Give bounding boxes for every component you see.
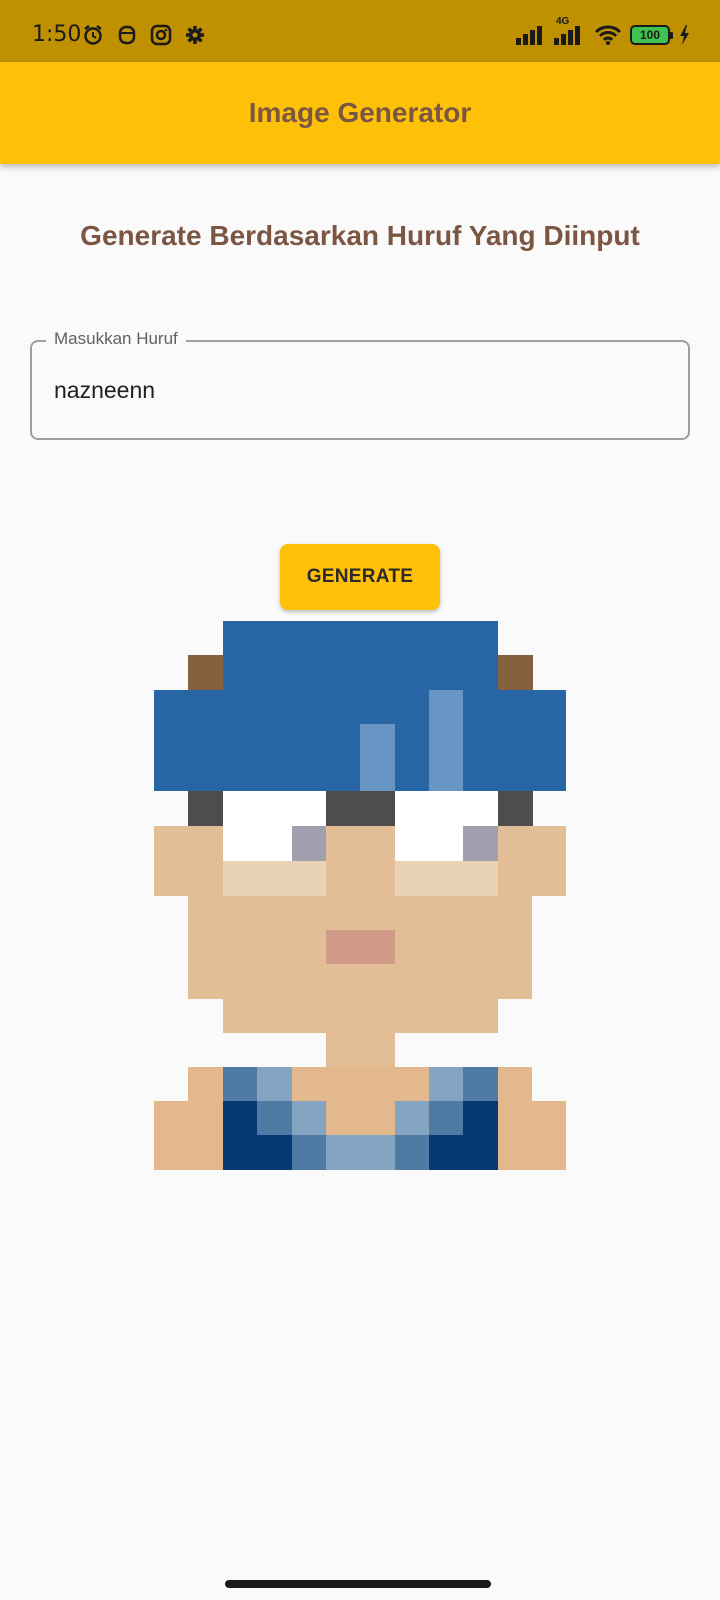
alarm-icon	[82, 24, 104, 46]
app-bar: Image Generator	[0, 62, 720, 164]
network-type: 4G	[556, 16, 570, 27]
battery-level: 100	[639, 28, 661, 42]
battery-icon: 100	[630, 25, 673, 45]
charging-icon	[678, 24, 690, 46]
home-gesture-handle[interactable]	[225, 1580, 491, 1588]
status-time: 1:50	[32, 22, 82, 47]
app-title: Image Generator	[248, 97, 472, 128]
letters-input[interactable]	[54, 342, 664, 438]
page-heading: Generate Berdasarkan Huruf Yang Diinput	[80, 220, 640, 251]
signal-icon	[514, 24, 544, 46]
signal-4g-icon: 4G	[552, 16, 586, 46]
instagram-icon	[150, 24, 172, 46]
wifi-icon	[594, 24, 622, 46]
status-bar: 1:50 4G 100	[0, 0, 720, 62]
generate-button[interactable]: GENERATE	[280, 544, 440, 610]
face-icon	[116, 24, 138, 46]
settings-icon	[184, 24, 206, 46]
letters-text-field[interactable]: Masukkan Huruf	[30, 329, 690, 440]
